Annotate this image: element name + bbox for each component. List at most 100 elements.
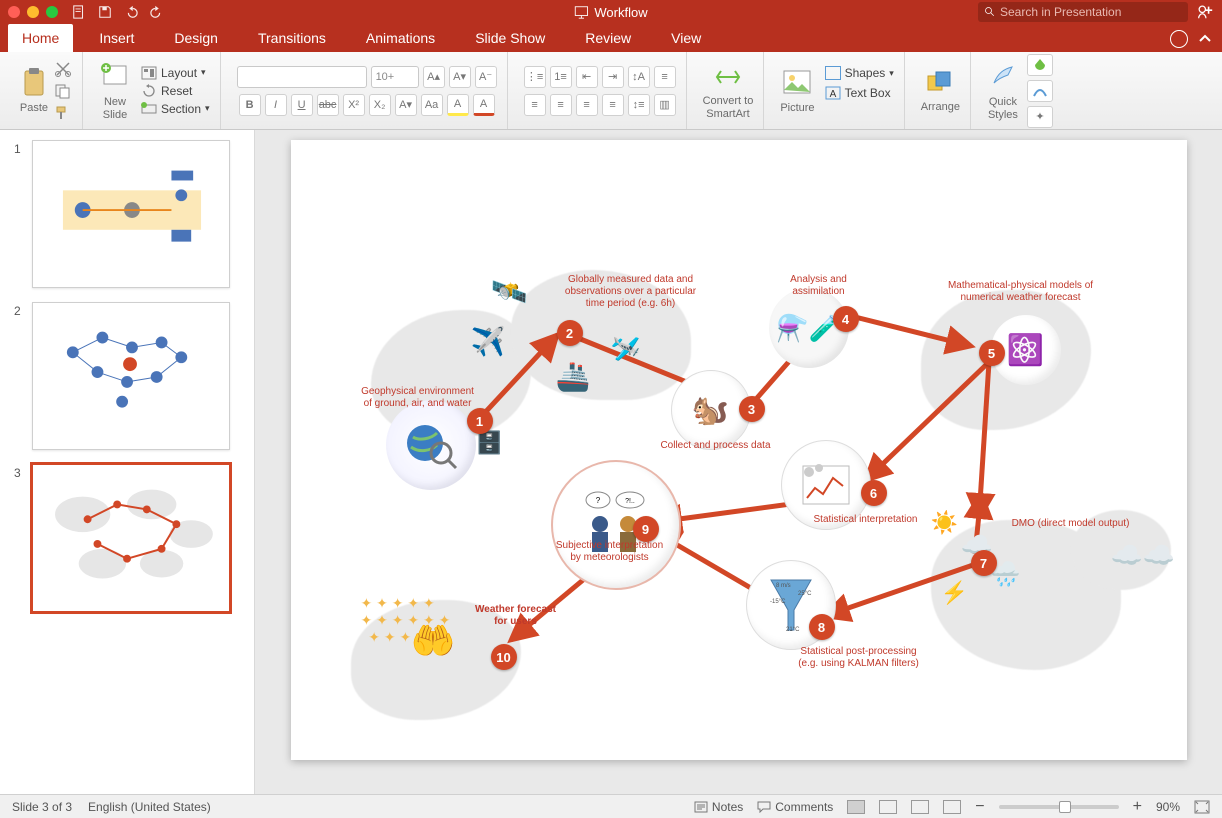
feedback-icon[interactable] [1170, 30, 1188, 48]
zoom-in-button[interactable]: + [1133, 798, 1142, 816]
node-globe [386, 400, 476, 490]
arrange-icon[interactable] [924, 67, 956, 99]
shape-effects-button[interactable]: ✦ [1027, 106, 1053, 128]
reading-view-button[interactable] [911, 800, 929, 814]
thumbnail-2[interactable] [32, 302, 230, 450]
smartart-icon[interactable] [712, 61, 744, 93]
quick-styles-icon[interactable] [987, 60, 1019, 92]
tab-animations[interactable]: Animations [352, 24, 449, 52]
step-4: 4 [833, 306, 859, 332]
format-painter-icon[interactable] [54, 105, 72, 121]
close-window[interactable] [8, 6, 20, 18]
tab-transitions[interactable]: Transitions [244, 24, 340, 52]
reset-button[interactable]: Reset [141, 84, 210, 98]
font-color-button[interactable]: A [473, 94, 495, 116]
align-left-button[interactable]: ≡ [524, 94, 546, 116]
smartart-group: Convert to SmartArt [693, 52, 765, 129]
share-icon[interactable] [1196, 3, 1214, 21]
undo-icon[interactable] [124, 5, 138, 19]
align-text-button[interactable]: ≡ [654, 66, 676, 88]
italic-button[interactable]: I [265, 94, 287, 116]
minimize-window[interactable] [27, 6, 39, 18]
search-input[interactable] [978, 2, 1188, 22]
numbering-button[interactable]: 1≡ [550, 66, 572, 88]
increase-indent-button[interactable]: ⇥ [602, 66, 624, 88]
presentation-icon [574, 5, 588, 19]
quick-styles-label: Quick Styles [988, 96, 1018, 120]
align-right-button[interactable]: ≡ [576, 94, 598, 116]
picture-icon[interactable] [781, 66, 813, 98]
insert-group: Picture Shapes▾ AText Box [770, 52, 904, 129]
slide-counter: Slide 3 of 3 [12, 800, 72, 814]
redo-icon[interactable] [150, 5, 164, 19]
clear-format-icon[interactable]: A⁻ [475, 66, 497, 88]
tab-view[interactable]: View [657, 24, 715, 52]
svg-text:A: A [829, 89, 836, 100]
maximize-window[interactable] [46, 6, 58, 18]
increase-font-icon[interactable]: A▴ [423, 66, 445, 88]
zoom-slider[interactable] [999, 805, 1119, 809]
normal-view-button[interactable] [847, 800, 865, 814]
decrease-font-icon[interactable]: A▾ [449, 66, 471, 88]
slide-canvas-area[interactable]: 🗄️ 🛰️ ✈️ 🚢 🛩️ 🐿️ ⚗️🧪 ⚛️ ☀️ ☁️ 🌧️ ⚡ ☁️☁️ [255, 130, 1222, 794]
tab-design[interactable]: Design [160, 24, 232, 52]
slide[interactable]: 🗄️ 🛰️ ✈️ 🚢 🛩️ 🐿️ ⚗️🧪 ⚛️ ☀️ ☁️ 🌧️ ⚡ ☁️☁️ [291, 140, 1187, 760]
comments-button[interactable]: Comments [757, 800, 833, 814]
strike-button[interactable]: abc [317, 94, 339, 116]
text-direction-button[interactable]: ↕A [628, 66, 650, 88]
svg-text:-15°C: -15°C [770, 599, 786, 605]
justify-button[interactable]: ≡ [602, 94, 624, 116]
section-button[interactable]: Section▾ [141, 102, 210, 116]
font-family-select[interactable] [237, 66, 367, 88]
subscript-button[interactable]: X₂ [369, 94, 391, 116]
font-size-select[interactable]: 10+ [371, 66, 419, 88]
layout-button[interactable]: Layout▾ [141, 66, 210, 80]
new-slide-icon[interactable] [99, 60, 131, 92]
styles-group: Quick Styles ✦ [977, 52, 1063, 129]
thumbnail-1[interactable] [32, 140, 230, 288]
char-spacing-button[interactable]: Aa [421, 94, 443, 116]
underline-button[interactable]: U [291, 94, 313, 116]
file-icon[interactable] [72, 5, 86, 19]
zoom-level[interactable]: 90% [1156, 800, 1180, 814]
step-6: 6 [861, 480, 887, 506]
tab-home[interactable]: Home [8, 24, 73, 52]
label-8: Statistical post-processing (e.g. using … [789, 646, 929, 670]
zoom-out-button[interactable]: − [975, 798, 984, 816]
save-icon[interactable] [98, 5, 112, 19]
shapes-button[interactable]: Shapes▾ [825, 66, 894, 80]
text-effects-button[interactable]: A▾ [395, 94, 417, 116]
collapse-ribbon-icon[interactable] [1198, 34, 1212, 44]
quick-access-toolbar [72, 5, 164, 19]
tab-insert[interactable]: Insert [85, 24, 148, 52]
line-spacing-button[interactable]: ↕≡ [628, 94, 650, 116]
copy-icon[interactable] [54, 83, 72, 99]
slideshow-view-button[interactable] [943, 800, 961, 814]
svg-text:25°C: 25°C [798, 591, 812, 597]
titlebar: Workflow [0, 0, 1222, 24]
slides-group: New Slide Layout▾ Reset Section▾ [89, 52, 221, 129]
step-10: 10 [491, 644, 517, 670]
sorter-view-button[interactable] [879, 800, 897, 814]
shape-fill-button[interactable] [1027, 54, 1053, 76]
tab-review[interactable]: Review [571, 24, 645, 52]
language-indicator[interactable]: English (United States) [88, 800, 211, 814]
highlight-button[interactable]: A [447, 94, 469, 116]
paste-icon[interactable] [18, 66, 50, 98]
textbox-button[interactable]: AText Box [825, 86, 894, 100]
notes-button[interactable]: Notes [694, 800, 743, 814]
superscript-button[interactable]: X² [343, 94, 365, 116]
workspace: 1 2 3 [0, 130, 1222, 794]
columns-button[interactable]: ▥ [654, 94, 676, 116]
cut-icon[interactable] [54, 61, 72, 77]
thumbnail-3[interactable] [32, 464, 230, 612]
shape-outline-button[interactable] [1027, 80, 1053, 102]
tab-slideshow[interactable]: Slide Show [461, 24, 559, 52]
bullets-button[interactable]: ⋮≡ [524, 66, 546, 88]
svg-text:21°C: 21°C [786, 627, 800, 633]
thumb-number: 1 [14, 140, 24, 288]
fit-to-window-button[interactable] [1194, 800, 1210, 814]
align-center-button[interactable]: ≡ [550, 94, 572, 116]
bold-button[interactable]: B [239, 94, 261, 116]
decrease-indent-button[interactable]: ⇤ [576, 66, 598, 88]
